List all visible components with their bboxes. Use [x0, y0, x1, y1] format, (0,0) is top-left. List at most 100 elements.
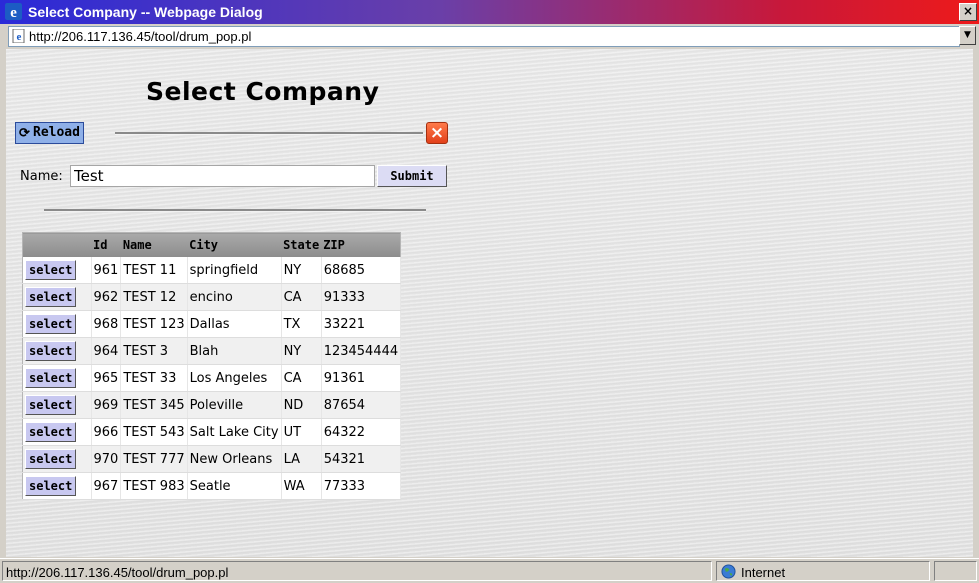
cell-zip: 54321 [321, 445, 402, 473]
address-field[interactable]: e http://206.117.136.45/tool/drum_pop.pl [8, 26, 960, 47]
cell-city: Poleville [187, 391, 282, 419]
reload-row: ⟳ Reload × [15, 122, 448, 146]
select-button[interactable]: select [25, 314, 77, 334]
select-button[interactable]: select [25, 449, 77, 469]
table-header-row: Id Name City State ZIP [22, 232, 401, 257]
cell-city: Dallas [187, 310, 282, 338]
select-cell: select [22, 257, 92, 284]
select-cell: select [22, 364, 92, 392]
cell-city: Blah [187, 337, 282, 365]
cell-city: encino [187, 283, 282, 311]
cell-state: NY [281, 337, 322, 365]
name-search-row: Name: Submit [15, 165, 455, 189]
cell-city: Salt Lake City [187, 418, 282, 446]
table-row: select 967 TEST 983 Seatle WA 77333 [22, 472, 402, 500]
table-row: select 962 TEST 12 encino CA 91333 [22, 283, 402, 311]
table-row: select 961 TEST 11 springfield NY 68685 [22, 257, 402, 284]
section-divider [44, 209, 426, 212]
address-bar: e http://206.117.136.45/tool/drum_pop.pl… [0, 24, 979, 48]
page-title: Select Company [146, 77, 380, 106]
refresh-icon: ⟳ [19, 126, 30, 141]
column-header-zip: ZIP [321, 232, 401, 257]
select-cell: select [22, 472, 92, 500]
status-extra-pane [934, 561, 977, 581]
status-bar: http://206.117.136.45/tool/drum_pop.pl I… [0, 558, 979, 583]
column-header-id: Id [91, 232, 121, 257]
select-cell: select [22, 391, 92, 419]
cell-zip: 91361 [321, 364, 402, 392]
ie-page-icon: e [12, 29, 25, 43]
cell-id: 966 [91, 418, 122, 446]
select-button[interactable]: select [25, 368, 77, 388]
reload-button[interactable]: ⟳ Reload [15, 122, 84, 144]
cell-name: TEST 11 [120, 257, 188, 284]
cell-id: 969 [91, 391, 122, 419]
column-header-state: State [281, 232, 322, 257]
cell-city: New Orleans [187, 445, 282, 473]
address-url: http://206.117.136.45/tool/drum_pop.pl [29, 29, 252, 44]
cell-state: WA [281, 472, 322, 500]
cell-name: TEST 777 [120, 445, 188, 473]
cell-name: TEST 345 [120, 391, 188, 419]
select-cell: select [22, 418, 92, 446]
dialog-title: Select Company -- Webpage Dialog [28, 4, 263, 20]
cell-state: ND [281, 391, 322, 419]
status-url: http://206.117.136.45/tool/drum_pop.pl [6, 565, 229, 580]
status-url-pane: http://206.117.136.45/tool/drum_pop.pl [2, 561, 712, 581]
cell-city: Seatle [187, 472, 282, 500]
select-cell: select [22, 445, 92, 473]
select-button[interactable]: select [25, 395, 77, 415]
select-button[interactable]: select [25, 476, 77, 496]
cell-id: 962 [91, 283, 122, 311]
cell-state: TX [281, 310, 322, 338]
cell-name: TEST 12 [120, 283, 188, 311]
select-cell: select [22, 337, 92, 365]
cell-city: springfield [187, 257, 282, 284]
cell-id: 968 [91, 310, 122, 338]
dialog-title-bar: e Select Company -- Webpage Dialog × [0, 0, 979, 24]
cell-id: 964 [91, 337, 122, 365]
cell-state: CA [281, 283, 322, 311]
select-button[interactable]: select [25, 287, 77, 307]
table-row: select 969 TEST 345 Poleville ND 87654 [22, 391, 402, 419]
cell-id: 970 [91, 445, 122, 473]
table-row: select 966 TEST 543 Salt Lake City UT 64322 [22, 418, 402, 446]
name-label: Name: [20, 169, 63, 184]
table-row: select 964 TEST 3 Blah NY 123454444 [22, 337, 402, 365]
table-row: select 968 TEST 123 Dallas TX 33221 [22, 310, 402, 338]
page-content: Select Company ⟳Reload × Name: Submit Id… [6, 49, 973, 557]
results-table: Id Name City State ZIP select 961 TEST 11 s… [22, 232, 402, 500]
status-zone-pane: Internet [716, 561, 930, 581]
reload-divider [115, 132, 423, 135]
cell-zip: 77333 [321, 472, 402, 500]
close-panel-button[interactable]: × [426, 122, 448, 144]
column-header-city: City [187, 232, 282, 257]
cell-name: TEST 983 [120, 472, 188, 500]
ie-logo-icon: e [5, 3, 22, 20]
submit-button[interactable]: Submit [377, 165, 447, 187]
name-input[interactable] [70, 165, 375, 187]
select-button[interactable]: select [25, 260, 77, 280]
cell-zip: 91333 [321, 283, 402, 311]
cell-name: TEST 33 [120, 364, 188, 392]
cell-zip: 68685 [321, 257, 402, 284]
select-button[interactable]: select [25, 341, 77, 361]
cell-city: Los Angeles [187, 364, 282, 392]
globe-icon [721, 564, 736, 579]
status-zone: Internet [741, 565, 786, 580]
window-close-button[interactable]: × [959, 3, 977, 21]
cell-zip: 123454444 [321, 337, 402, 365]
cell-state: LA [281, 445, 322, 473]
cell-id: 967 [91, 472, 122, 500]
table-row: select 970 TEST 777 New Orleans LA 54321 [22, 445, 402, 473]
cell-id: 961 [91, 257, 122, 284]
cell-state: CA [281, 364, 322, 392]
cell-name: TEST 3 [120, 337, 188, 365]
svg-text:e: e [17, 31, 22, 43]
select-button[interactable]: select [25, 422, 77, 442]
cell-name: TEST 123 [120, 310, 188, 338]
cell-zip: 33221 [321, 310, 402, 338]
address-dropdown-button[interactable]: ▼ [959, 26, 976, 45]
cell-state: UT [281, 418, 322, 446]
column-header [22, 232, 91, 257]
